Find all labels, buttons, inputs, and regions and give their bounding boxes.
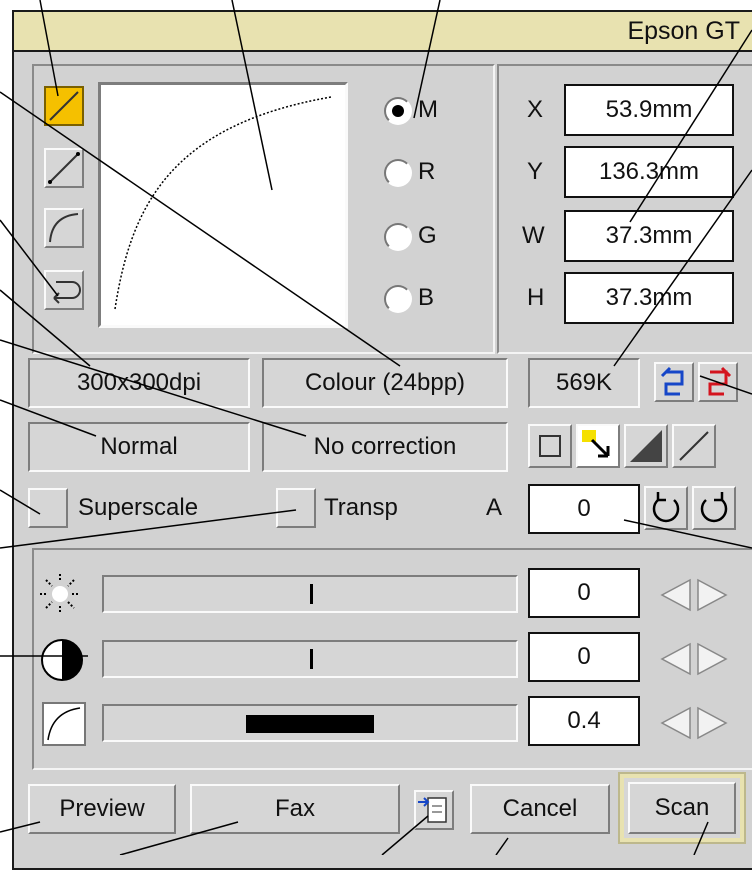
annotation-lines — [0, 0, 752, 855]
